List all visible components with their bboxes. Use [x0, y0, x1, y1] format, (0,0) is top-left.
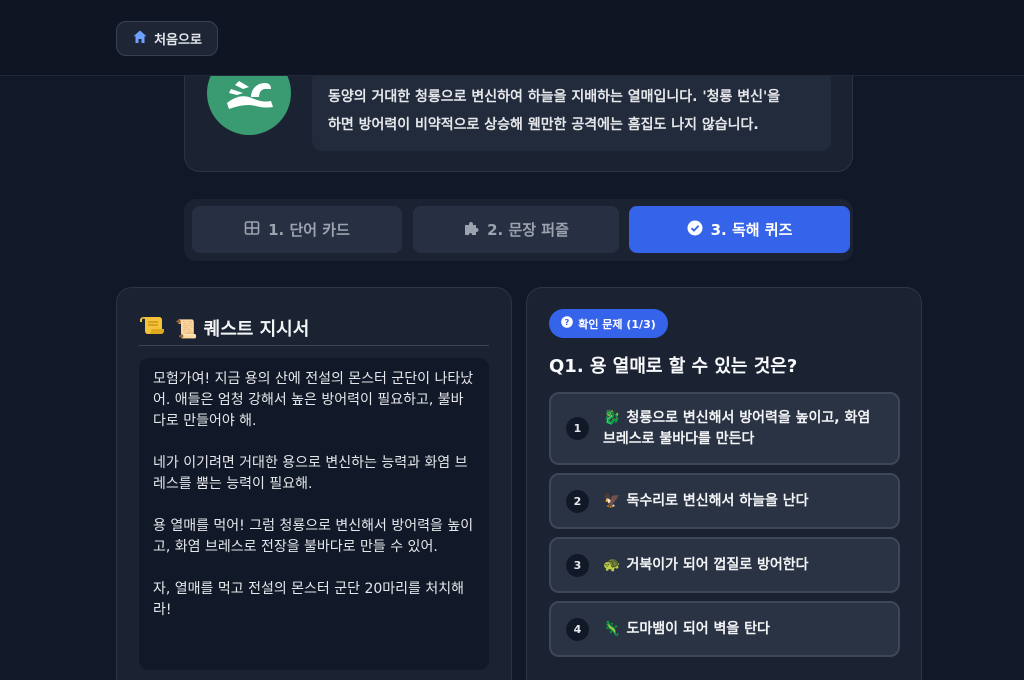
quiz-question: Q1. 용 열매로 할 수 있는 것은?: [549, 356, 798, 377]
tab-reading-quiz[interactable]: 3. 독해 퀴즈: [629, 206, 850, 253]
option-text: 독수리로 변신해서 하늘을 난다: [626, 492, 809, 509]
dragon-emoji-icon: 🐉: [603, 409, 621, 426]
option-text: 청룡으로 변신해서 방어력을 높이고, 화염 브레스로 불바다를 만든다: [603, 409, 871, 447]
puzzle-icon: [463, 220, 479, 240]
tab-word-cards[interactable]: 1. 단어 카드: [192, 206, 402, 253]
option-text: 거북이가 되어 껍질로 방어한다: [626, 556, 809, 573]
quest-paragraph: 모험가여! 지금 용의 산에 전설의 몬스터 군단이 나타났어. 애들은 엄청 …: [153, 371, 474, 429]
option-number: 3: [566, 553, 589, 577]
answer-option-3[interactable]: 3 🐢 거북이가 되어 껍질로 방어한다: [549, 537, 900, 593]
tab-number: 3.: [710, 221, 727, 239]
quest-paragraph: 용 열매를 먹어! 그럼 청룡으로 변신해서 방어력을 높이고, 화염 브레스로…: [153, 518, 474, 555]
quest-paragraph: 네가 이기려면 거대한 용으로 변신하는 능력과 화염 브레스를 뿜는 능력이 …: [153, 455, 468, 492]
question-mark-icon: ?: [561, 316, 574, 331]
option-number: 1: [566, 417, 589, 440]
description-line-1: 동양의 거대한 청룡으로 변신하여 하늘을 지배하는 열매입니다. '청룡 변신…: [328, 89, 781, 105]
quest-title: 📜 퀘스트 지시서: [175, 318, 310, 340]
quest-header: 📜 퀘스트 지시서: [139, 310, 489, 346]
home-button-label: 처음으로: [154, 33, 202, 48]
description-line-2: 하면 방어력이 비약적으로 상승해 웬만한 공격에는 흠집도 나지 않습니다.: [328, 117, 759, 133]
question-progress-badge: ? 확인 문제 (1/3): [549, 309, 668, 338]
eagle-emoji-icon: 🦅: [603, 492, 621, 509]
tab-label: 문장 퍼즐: [508, 221, 569, 239]
tab-number: 1.: [268, 221, 285, 239]
answer-option-2[interactable]: 2 🦅 독수리로 변신해서 하늘을 난다: [549, 473, 900, 529]
lizard-emoji-icon: 🦎: [603, 620, 621, 637]
tab-number: 2.: [487, 221, 504, 239]
scroll-icon: [139, 314, 165, 341]
grid-icon: [244, 220, 260, 240]
option-number: 4: [566, 617, 589, 641]
quest-paragraph: 자, 열매를 먹고 전설의 몬스터 군단 20마리를 처치해라!: [153, 581, 465, 618]
home-icon: [132, 29, 148, 49]
option-number: 2: [566, 489, 589, 513]
check-circle-icon: [687, 220, 703, 240]
top-bar: 처음으로: [0, 0, 1024, 76]
quest-body: 모험가여! 지금 용의 산에 전설의 몬스터 군단이 나타났어. 애들은 엄청 …: [139, 358, 489, 670]
quest-panel: 📜 퀘스트 지시서 모험가여! 지금 용의 산에 전설의 몬스터 군단이 나타났…: [116, 287, 512, 680]
tab-label: 독해 퀴즈: [731, 221, 793, 239]
option-text: 도마뱀이 되어 벽을 탄다: [626, 620, 770, 637]
badge-label: 확인 문제 (1/3): [578, 317, 656, 331]
turtle-emoji-icon: 🐢: [603, 556, 621, 573]
mode-tabs: 1. 단어 카드 2. 문장 퍼즐 3. 독해 퀴즈: [184, 199, 853, 261]
svg-text:?: ?: [565, 318, 570, 327]
monster-description: 동양의 거대한 청룡으로 변신하여 하늘을 지배하는 열매입니다. '청룡 변신…: [312, 71, 831, 151]
home-button[interactable]: 처음으로: [116, 21, 218, 56]
quiz-panel: ? 확인 문제 (1/3) Q1. 용 열매로 할 수 있는 것은? 1 🐉 청룡…: [526, 287, 922, 680]
tab-label: 단어 카드: [289, 221, 350, 239]
tab-sentence-puzzle[interactable]: 2. 문장 퍼즐: [413, 206, 619, 253]
answer-option-4[interactable]: 4 🦎 도마뱀이 되어 벽을 탄다: [549, 601, 900, 657]
answer-option-1[interactable]: 1 🐉 청룡으로 변신해서 방어력을 높이고, 화염 브레스로 불바다를 만든다: [549, 392, 900, 465]
